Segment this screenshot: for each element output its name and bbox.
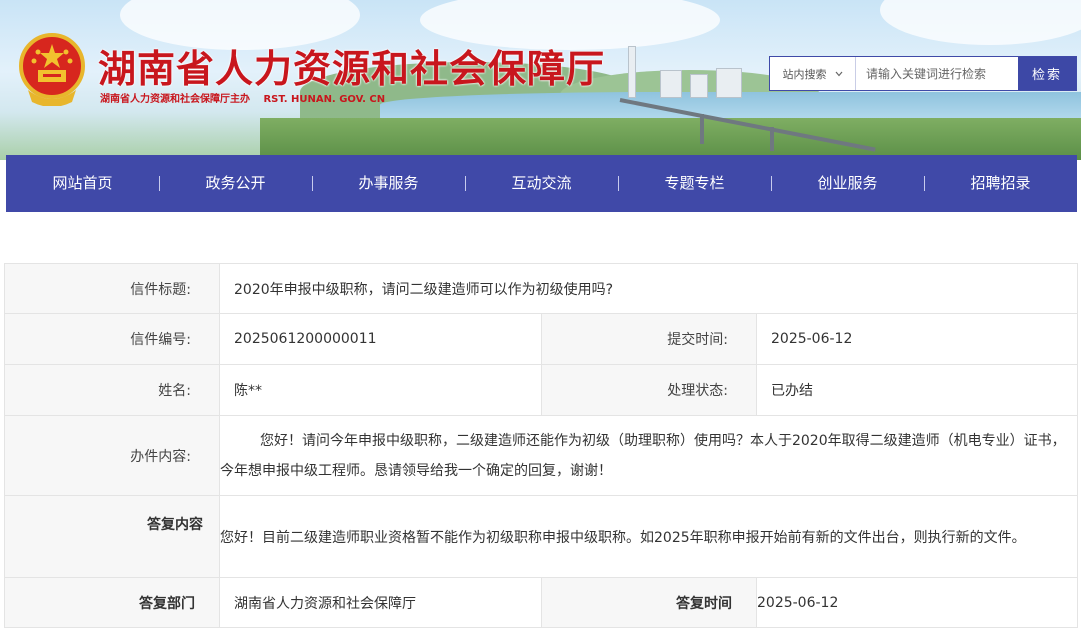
status-value: 已办结 <box>755 364 1079 416</box>
submit-time-label: 提交时间: <box>541 313 757 365</box>
nav-item-entrepreneurship[interactable]: 创业服务 <box>771 155 924 212</box>
reply-time-label: 答复时间 <box>541 577 757 628</box>
letter-title: 2020年申报中级职称，请问二级建造师可以作为初级使用吗? <box>218 263 1079 314</box>
site-title: 湖南省人力资源和社会保障厅 <box>98 47 606 91</box>
letter-detail-table: 信件标题: 2020年申报中级职称，请问二级建造师可以作为初级使用吗? 信件编号… <box>4 263 1079 628</box>
nav-item-government-affairs[interactable]: 政务公开 <box>159 155 312 212</box>
search-scope-select[interactable]: 站内搜索 <box>770 57 856 90</box>
nav-item-home[interactable]: 网站首页 <box>6 155 159 212</box>
table-row: 答复部门 湖南省人力资源和社会保障厅 答复时间 2025-06-12 <box>4 577 1079 628</box>
nav-item-special-topics[interactable]: 专题专栏 <box>618 155 771 212</box>
building-decoration <box>660 70 682 98</box>
letter-number: 2025061200000011 <box>219 313 542 365</box>
search-scope-label: 站内搜索 <box>782 67 827 81</box>
nav-item-recruitment[interactable]: 招聘招录 <box>924 155 1077 212</box>
cloud-decoration <box>880 0 1081 45</box>
tower-decoration <box>628 46 636 98</box>
reply-label: 答复内容 <box>4 495 220 578</box>
letter-content: 您好！请问今年申报中级职称，二级建造师还能作为初级（助理职称）使用吗？本人于20… <box>218 415 1079 496</box>
reply-time: 2025-06-12 <box>755 577 1079 628</box>
search-input[interactable] <box>856 57 1018 90</box>
table-row: 答复内容 您好！目前二级建造师职业资格暂不能作为初级职称申报中级职称。如2025… <box>4 495 1079 578</box>
building-decoration <box>690 74 708 98</box>
domain-text: RST. HUNAN. GOV. CN <box>263 94 386 105</box>
content-label: 办件内容: <box>4 415 220 496</box>
status-label: 处理状态: <box>541 364 757 416</box>
bridge-pier <box>700 114 704 144</box>
site-header: 湖南省人力资源和社会保障厅 湖南省人力资源和社会保障厅主办 RST. HUNAN… <box>0 0 1081 160</box>
nav-item-interaction[interactable]: 互动交流 <box>465 155 618 212</box>
reply-dept: 湖南省人力资源和社会保障厅 <box>219 577 542 628</box>
reply-dept-label: 答复部门 <box>4 577 220 628</box>
site-subtitle: 湖南省人力资源和社会保障厅主办 RST. HUNAN. GOV. CN <box>100 90 385 105</box>
table-row: 办件内容: 您好！请问今年申报中级职称，二级建造师还能作为初级（助理职称）使用吗… <box>4 415 1079 496</box>
name-label: 姓名: <box>4 364 220 416</box>
nav-item-services[interactable]: 办事服务 <box>312 155 465 212</box>
letter-title-label: 信件标题: <box>4 263 220 314</box>
building-decoration <box>716 68 742 98</box>
letter-number-label: 信件编号: <box>4 313 220 365</box>
main-nav: 网站首页 政务公开 办事服务 互动交流 专题专栏 创业服务 招聘招录 <box>6 155 1077 212</box>
submit-time: 2025-06-12 <box>755 313 1079 365</box>
table-row: 信件编号: 2025061200000011 提交时间: 2025-06-12 <box>4 313 1079 365</box>
bridge-pier <box>770 127 774 151</box>
sponsor-text: 湖南省人力资源和社会保障厅主办 <box>100 94 250 105</box>
chevron-down-icon <box>835 71 842 76</box>
sender-name: 陈** <box>219 364 542 416</box>
table-row: 姓名: 陈** 处理状态: 已办结 <box>4 364 1079 416</box>
reply-content: 您好！目前二级建造师职业资格暂不能作为初级职称申报中级职称。如2025年职称申报… <box>218 495 1079 578</box>
national-emblem-icon <box>19 33 85 106</box>
shore-decoration <box>260 118 1081 160</box>
search-bar: 站内搜索 检索 <box>769 56 1077 91</box>
search-button[interactable]: 检索 <box>1018 57 1076 90</box>
table-row: 信件标题: 2020年申报中级职称，请问二级建造师可以作为初级使用吗? <box>4 263 1079 314</box>
